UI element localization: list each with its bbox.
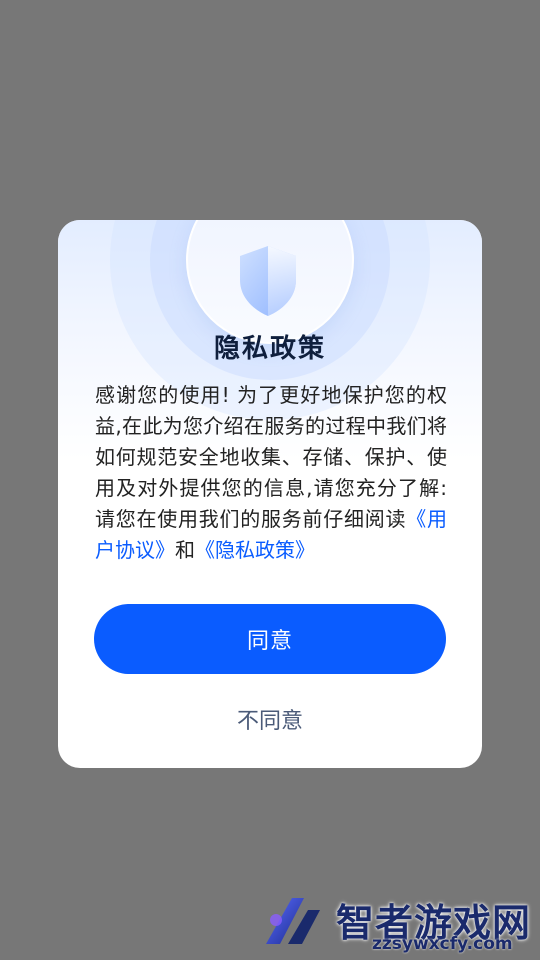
watermark-url: zzsywxcfy.com [372,934,513,954]
brand-logo-icon [266,898,320,944]
site-watermark: 智者游戏网 zzsywxcfy.com [262,888,540,960]
dialog-body-text: 感谢您的使用! 为了更好地保护您的权益,在此为您介绍在服务的过程中我们将如何规范… [95,380,447,566]
privacy-policy-link[interactable]: 《隐私政策》 [195,538,315,562]
dialog-title: 隐私政策 [213,334,326,364]
disagree-button[interactable]: 不同意 [178,696,362,742]
body-text-content: 感谢您的使用! 为了更好地保护您的权益,在此为您介绍在服务的过程中我们将如何规范… [95,383,447,531]
shield-icon [240,246,296,316]
privacy-policy-dialog: 隐私政策 感谢您的使用! 为了更好地保护您的权益,在此为您介绍在服务的过程中我们… [58,220,482,768]
body-conjunction: 和 [175,538,195,562]
agree-button[interactable]: 同意 [94,604,446,674]
